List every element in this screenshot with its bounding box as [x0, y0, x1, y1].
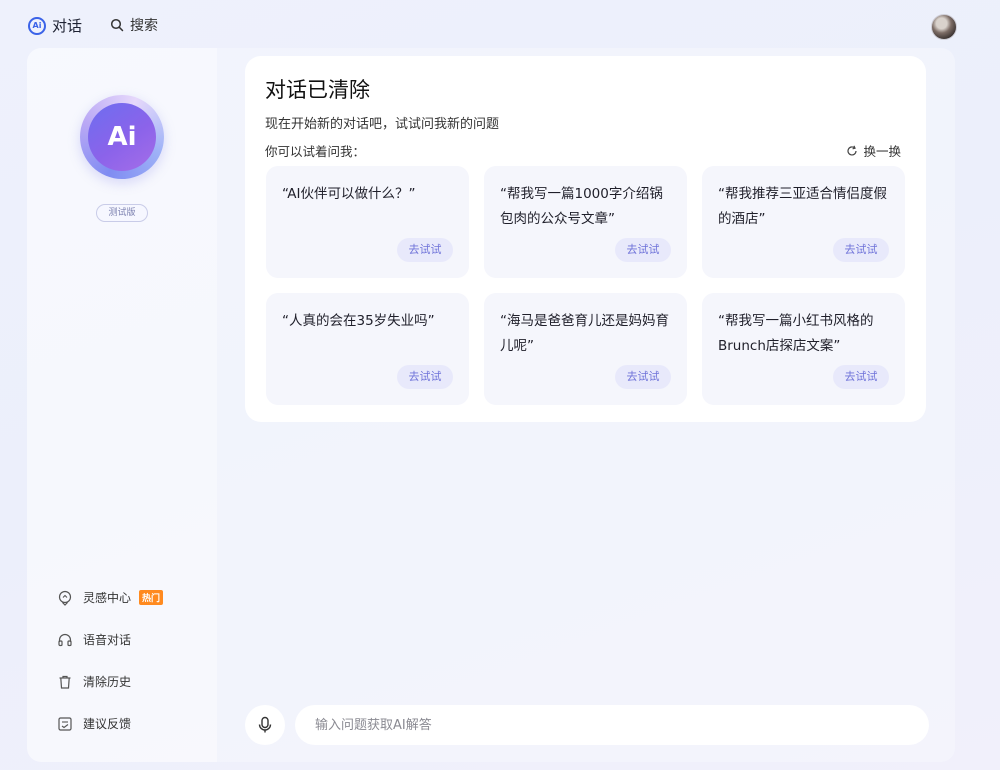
hot-badge: 热门 [139, 590, 164, 605]
sidebar-item-label: 清除历史 [83, 675, 132, 689]
suggestion-card[interactable]: “AI伙伴可以做什么？” 去试试 [266, 166, 469, 278]
try-button[interactable]: 去试试 [615, 238, 671, 262]
feedback-icon [58, 716, 72, 731]
microphone-icon [258, 716, 272, 733]
sidebar-item-clear-history[interactable]: 清除历史 [57, 673, 131, 690]
try-button[interactable]: 去试试 [833, 238, 889, 262]
suggestion-card[interactable]: “海马是爸爸育儿还是妈妈育儿呢” 去试试 [484, 293, 687, 405]
suggestion-text: “帮我写一篇小红书风格的Brunch店探店文案” [718, 313, 874, 354]
suggestion-text: “海马是爸爸育儿还是妈妈育儿呢” [500, 313, 669, 354]
page-title: 对话已清除 [265, 78, 370, 102]
sidebar-item-label: 语音对话 [83, 633, 132, 647]
refresh-label: 换一换 [863, 144, 901, 159]
try-button[interactable]: 去试试 [615, 365, 671, 389]
nav-chat-tab[interactable]: Ai 对话 [28, 15, 82, 36]
try-button[interactable]: 去试试 [397, 238, 453, 262]
suggestion-card[interactable]: “人真的会在35岁失业吗” 去试试 [266, 293, 469, 405]
ask-hint: 你可以试着问我： [265, 144, 366, 159]
suggestion-text: “人真的会在35岁失业吗” [282, 313, 435, 329]
cleared-conversation-card: 对话已清除 现在开始新的对话吧，试试问我新的问题 你可以试着问我： 换一换 “A… [245, 56, 926, 422]
sidebar: Ai 测试版 灵感中心 热门 语音对话 清除历史 建议反馈 [27, 48, 217, 762]
suggestion-card[interactable]: “帮我写一篇1000字介绍锅包肉的公众号文章” 去试试 [484, 166, 687, 278]
sidebar-item-label: 灵感中心 [83, 591, 132, 605]
refresh-icon [847, 145, 858, 156]
refresh-button[interactable]: 换一换 [846, 141, 901, 160]
trash-icon [59, 675, 71, 689]
suggestion-text: “帮我推荐三亚适合情侣度假的酒店” [718, 186, 887, 227]
sidebar-item-voice-chat[interactable]: 语音对话 [57, 631, 131, 648]
nav-search-label: 搜索 [130, 18, 158, 34]
search-icon [110, 18, 124, 32]
ai-logo: Ai [80, 95, 164, 179]
lightbulb-icon [58, 590, 72, 606]
try-button[interactable]: 去试试 [397, 365, 453, 389]
suggestion-text: “AI伙伴可以做什么？” [282, 186, 416, 202]
suggestion-card[interactable]: “帮我推荐三亚适合情侣度假的酒店” 去试试 [702, 166, 905, 278]
card-subtitle: 现在开始新的对话吧，试试问我新的问题 [265, 117, 500, 132]
voice-input-button[interactable] [245, 705, 285, 745]
suggestion-text: “帮我写一篇1000字介绍锅包肉的公众号文章” [500, 186, 663, 227]
ai-chat-icon: Ai [28, 16, 46, 35]
nav-chat-label: 对话 [52, 17, 83, 35]
sidebar-item-feedback[interactable]: 建议反馈 [57, 715, 131, 732]
beta-badge: 测试版 [96, 204, 148, 222]
sidebar-item-label: 建议反馈 [83, 717, 132, 731]
top-bar: Ai 对话 搜索 [0, 0, 1000, 54]
question-input[interactable] [295, 705, 929, 745]
sidebar-item-inspiration[interactable]: 灵感中心 热门 [57, 589, 164, 606]
suggestion-card[interactable]: “帮我写一篇小红书风格的Brunch店探店文案” 去试试 [702, 293, 905, 405]
user-avatar[interactable] [931, 14, 957, 40]
headset-icon [58, 633, 72, 646]
try-button[interactable]: 去试试 [833, 365, 889, 389]
ai-logo-text: Ai [88, 103, 156, 171]
nav-search-tab[interactable]: 搜索 [110, 15, 158, 35]
